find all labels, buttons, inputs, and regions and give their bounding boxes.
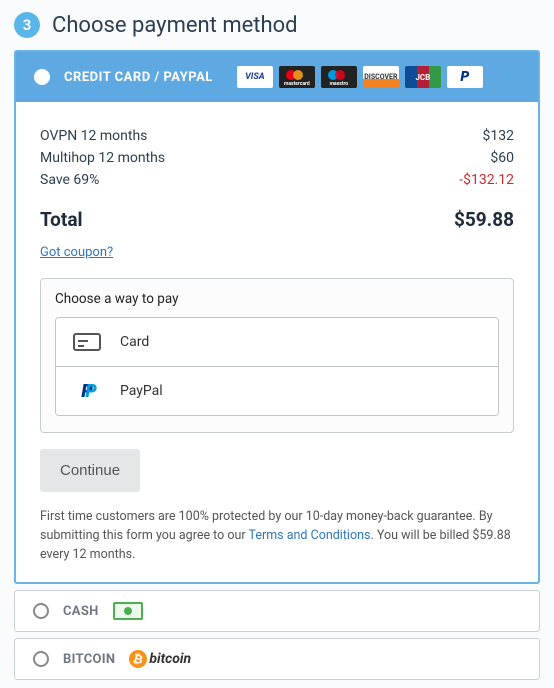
cash-tab[interactable]: CASH xyxy=(14,590,540,632)
pay-choice-paypal[interactable]: PP PayPal xyxy=(56,366,498,415)
jcb-icon: JCB xyxy=(405,66,441,88)
maestro-icon: maestro xyxy=(321,66,357,88)
pay-choice-label: Card xyxy=(120,334,149,350)
terms-link[interactable]: Terms and Conditions xyxy=(249,528,371,543)
pay-choice-card[interactable]: Card xyxy=(56,318,498,366)
paypal-logo-icon: PP xyxy=(72,381,102,401)
discover-icon: DISCOVER xyxy=(363,66,399,88)
pay-choices: Card PP PayPal xyxy=(55,317,499,416)
line-item: OVPN 12 months $132 xyxy=(40,128,514,144)
continue-button[interactable]: Continue xyxy=(40,449,140,492)
pay-box-title: Choose a way to pay xyxy=(55,291,499,307)
line-item-label: Multihop 12 months xyxy=(40,150,165,166)
paypal-icon: P xyxy=(447,66,483,88)
cash-label: CASH xyxy=(63,604,99,619)
card-icon xyxy=(72,332,102,352)
credit-card-tab[interactable]: CREDIT CARD / PAYPAL VISA mastercard mae… xyxy=(16,52,538,102)
line-item-value: $60 xyxy=(490,150,514,166)
mastercard-icon: mastercard xyxy=(279,66,315,88)
line-item-discount: Save 69% -$132.12 xyxy=(40,172,514,188)
cash-icon xyxy=(113,602,143,620)
coupon-link[interactable]: Got coupon? xyxy=(40,245,113,260)
line-item-label: OVPN 12 months xyxy=(40,128,147,144)
radio-cash[interactable] xyxy=(33,603,49,619)
credit-tab-label: CREDIT CARD / PAYPAL xyxy=(64,70,213,85)
radio-bitcoin[interactable] xyxy=(33,651,49,667)
pay-method-box: Choose a way to pay Card PP PayPal xyxy=(40,278,514,433)
card-brand-icons: VISA mastercard maestro DISCOVER JCB P xyxy=(237,66,483,88)
bitcoin-label: BITCOIN xyxy=(63,652,115,667)
payment-body: OVPN 12 months $132 Multihop 12 months $… xyxy=(16,102,538,582)
page-title: Choose payment method xyxy=(52,13,298,38)
line-item-label: Save 69% xyxy=(40,172,99,188)
total-label: Total xyxy=(40,208,83,231)
line-item: Multihop 12 months $60 xyxy=(40,150,514,166)
total-row: Total $59.88 xyxy=(40,208,514,231)
step-header: 3 Choose payment method xyxy=(14,12,540,38)
bitcoin-icon: ₿bitcoin xyxy=(129,650,191,668)
bitcoin-tab[interactable]: BITCOIN ₿bitcoin xyxy=(14,638,540,680)
total-value: $59.88 xyxy=(454,208,514,231)
credit-card-panel: CREDIT CARD / PAYPAL VISA mastercard mae… xyxy=(14,50,540,584)
pay-choice-label: PayPal xyxy=(120,383,163,399)
line-item-value: -$132.12 xyxy=(459,172,514,188)
line-item-value: $132 xyxy=(483,128,514,144)
visa-icon: VISA xyxy=(237,66,273,88)
fine-print: First time customers are 100% protected … xyxy=(40,508,514,564)
step-number-badge: 3 xyxy=(14,12,40,38)
radio-credit[interactable] xyxy=(34,69,50,85)
